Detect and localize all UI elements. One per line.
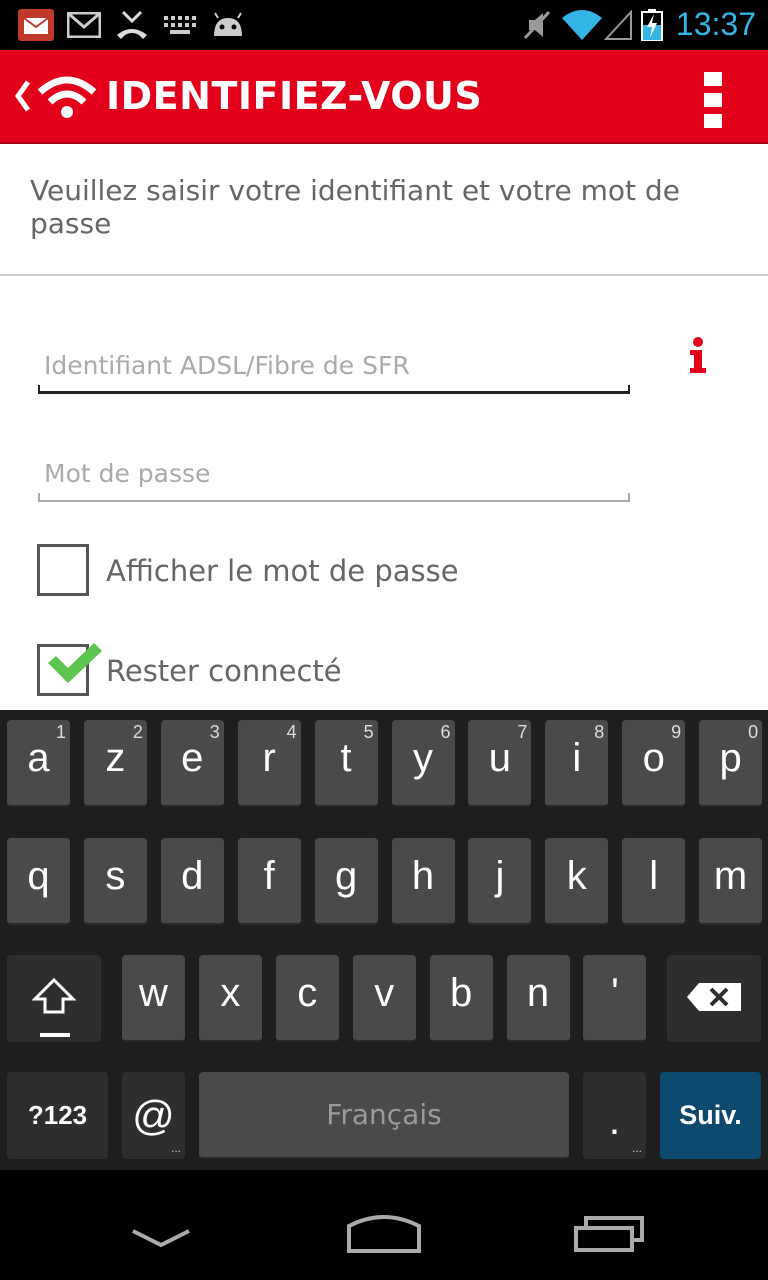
key-f[interactable]: f [237, 838, 301, 925]
key-p[interactable]: p0 [699, 720, 763, 807]
android-icon [210, 9, 246, 41]
at-key[interactable]: @ ... [122, 1072, 185, 1159]
stay-connected-label[interactable]: Rester connecté [106, 654, 342, 688]
home-icon[interactable] [346, 1214, 422, 1259]
key-l[interactable]: l [622, 838, 686, 925]
instructions-text: Veuillez saisir votre identifiant et vot… [30, 174, 680, 240]
soft-keyboard: a1z2e3r4t5y6u7i8o9p0 qsdfghjklm w x c v b n ' … [0, 710, 768, 1170]
keyboard-icon [164, 9, 196, 41]
key-c[interactable]: c [275, 955, 339, 1042]
wifi-icon [562, 9, 602, 41]
recent-apps-icon[interactable] [574, 1216, 644, 1257]
key-s[interactable]: s [83, 838, 147, 925]
key-n[interactable]: n [506, 955, 570, 1042]
shift-icon [31, 977, 77, 1022]
wifi-logo-icon [36, 72, 98, 125]
key-a[interactable]: a1 [7, 720, 70, 807]
password-underline [38, 500, 630, 502]
key-h[interactable]: h [391, 838, 455, 925]
overflow-menu-button[interactable] [690, 68, 740, 128]
username-placeholder: Identifiant ADSL/Fibre de SFR [44, 351, 410, 380]
key-u[interactable]: u7 [468, 720, 532, 807]
page-title: IDENTIFIEZ-VOUS [106, 74, 483, 118]
key-k[interactable]: k [545, 838, 609, 925]
key-w[interactable]: w [122, 955, 185, 1042]
username-field[interactable]: Identifiant ADSL/Fibre de SFR [38, 344, 630, 394]
space-key[interactable]: Français [199, 1072, 569, 1159]
key-m[interactable]: m [699, 838, 763, 925]
key-r[interactable]: r4 [237, 720, 301, 807]
delete-key[interactable] [667, 955, 761, 1042]
key-apostrophe[interactable]: ' [583, 955, 647, 1042]
missed-call-icon [114, 9, 150, 41]
key-y[interactable]: y6 [391, 720, 455, 807]
key-e[interactable]: e3 [160, 720, 224, 807]
status-time: 13:37 [675, 6, 756, 42]
signal-icon [604, 9, 632, 41]
key-z[interactable]: z2 [83, 720, 147, 807]
key-b[interactable]: b [429, 955, 493, 1042]
status-bar: 13:37 [0, 0, 768, 50]
divider [0, 274, 768, 276]
app-bar: IDENTIFIEZ-VOUS [0, 50, 768, 144]
key-q[interactable]: q [7, 838, 70, 925]
backspace-icon [687, 983, 741, 1016]
key-v[interactable]: v [352, 955, 416, 1042]
key-j[interactable]: j [468, 838, 532, 925]
info-icon [682, 337, 712, 378]
chevron-left-icon [12, 76, 32, 121]
back-chevron-icon[interactable] [130, 1228, 192, 1253]
stay-connected-checkbox[interactable] [37, 643, 102, 696]
back-button[interactable] [0, 50, 100, 144]
symbols-key[interactable]: ?123 [7, 1072, 108, 1159]
key-i[interactable]: i8 [545, 720, 609, 807]
period-key[interactable]: . ... [583, 1072, 646, 1159]
key-t[interactable]: t5 [314, 720, 378, 807]
key-g[interactable]: g [314, 838, 378, 925]
login-form: Veuillez saisir votre identifiant et vot… [0, 144, 768, 710]
shift-key[interactable] [7, 955, 101, 1042]
password-field[interactable]: Mot de passe [38, 452, 630, 502]
show-password-checkbox[interactable] [37, 544, 89, 596]
username-underline [38, 391, 630, 394]
battery-charging-icon [640, 9, 664, 41]
sfr-app-icon [18, 9, 54, 41]
next-action-key[interactable]: Suiv. [660, 1072, 761, 1159]
show-password-label[interactable]: Afficher le mot de passe [106, 554, 459, 588]
overflow-menu-icon [704, 72, 722, 133]
checkmark-icon [46, 641, 106, 692]
navigation-bar [0, 1170, 768, 1280]
gmail-icon [66, 9, 102, 41]
key-x[interactable]: x [198, 955, 262, 1042]
password-placeholder: Mot de passe [44, 459, 211, 488]
key-d[interactable]: d [160, 838, 224, 925]
key-o[interactable]: o9 [622, 720, 686, 807]
mute-icon [522, 9, 552, 41]
info-button[interactable] [682, 336, 716, 376]
